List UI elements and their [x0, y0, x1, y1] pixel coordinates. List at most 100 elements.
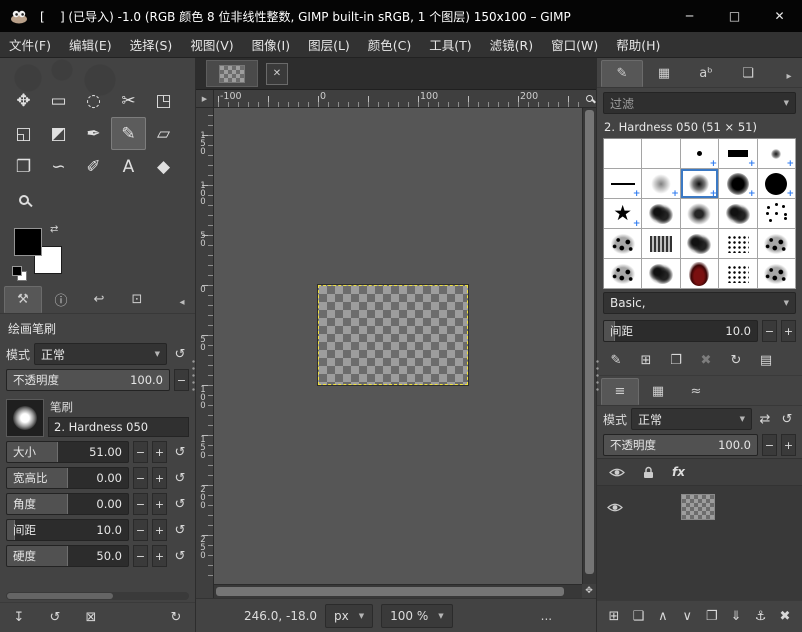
tab-patterns[interactable]: ▦: [643, 60, 685, 87]
layer-row[interactable]: [597, 490, 802, 524]
collapse-left-dock-button[interactable]: ◂: [173, 291, 191, 313]
duplicate-layer-button[interactable]: ❐: [703, 607, 721, 627]
open-brush-as-image-button[interactable]: ▤: [757, 350, 775, 370]
tool-options-scrollbar-thumb[interactable]: [7, 593, 113, 599]
minimize-button[interactable]: ─: [667, 0, 712, 32]
rectangle-select-tool[interactable]: ▭: [41, 84, 76, 117]
brush-cell[interactable]: +: [758, 169, 796, 199]
visibility-header-eye-icon[interactable]: [609, 467, 625, 478]
tab-brushes[interactable]: ✎: [601, 60, 643, 87]
menu-help[interactable]: 帮助(H): [607, 32, 669, 57]
spacing-decrement-button[interactable]: −: [762, 320, 777, 342]
tab-device-status[interactable]: ⓘ: [42, 286, 80, 313]
angle-slider[interactable]: 角度0.00: [6, 493, 129, 515]
brush-cell[interactable]: [642, 229, 680, 259]
lower-layer-button[interactable]: ∨: [678, 607, 696, 627]
hardness-decrement-button[interactable]: −: [133, 545, 148, 567]
hardness-reset-button[interactable]: ↺: [171, 546, 189, 566]
size-reset-button[interactable]: ↺: [171, 442, 189, 462]
hardness-slider[interactable]: 硬度50.0: [6, 545, 129, 567]
brush-cell[interactable]: [604, 139, 642, 169]
close-image-tab-button[interactable]: ✕: [266, 63, 288, 85]
brush-cell[interactable]: [604, 259, 642, 289]
color-picker-tool[interactable]: ◆: [146, 150, 181, 183]
tab-images[interactable]: ⊡: [118, 286, 156, 313]
menu-image[interactable]: 图像(I): [243, 32, 299, 57]
smudge-tool[interactable]: ∽: [41, 150, 76, 183]
foreground-color-swatch[interactable]: [14, 228, 42, 256]
brush-cell[interactable]: +: [604, 169, 642, 199]
brush-cell[interactable]: [681, 199, 719, 229]
panel-resize-grip-right[interactable]: [594, 358, 601, 392]
bucket-fill-tool[interactable]: ◩: [41, 117, 76, 150]
new-layer-button[interactable]: ⊞: [605, 607, 623, 627]
layer-visibility-eye-icon[interactable]: [607, 502, 623, 513]
free-select-tool[interactable]: ◌: [76, 84, 111, 117]
ink-tool[interactable]: ✒: [76, 117, 111, 150]
vertical-ruler[interactable]: 15010050050100150200250: [196, 108, 214, 584]
reset-tool-options-button[interactable]: ↻: [167, 608, 185, 628]
spacing-decrement-button[interactable]: −: [133, 519, 148, 541]
brush-spacing-slider[interactable]: 间距 10.0: [603, 320, 758, 342]
tab-layers[interactable]: ≡: [601, 378, 639, 405]
delete-tool-preset-button[interactable]: ⊠: [82, 608, 100, 628]
brush-cell[interactable]: [604, 229, 642, 259]
angle-decrement-button[interactable]: −: [133, 493, 148, 515]
brush-cell[interactable]: +: [681, 169, 719, 199]
menu-layer[interactable]: 图层(L): [299, 32, 359, 57]
vertical-scrollbar[interactable]: [582, 108, 596, 584]
brush-cell[interactable]: [758, 259, 796, 289]
close-button[interactable]: ✕: [757, 0, 802, 32]
brush-cell[interactable]: ★+: [604, 199, 642, 229]
menu-windows[interactable]: 窗口(W): [542, 32, 607, 57]
lock-header-icon[interactable]: [643, 466, 654, 479]
move-tool[interactable]: ✥: [6, 84, 41, 117]
navigation-preview-button[interactable]: ✥: [582, 584, 596, 598]
layer-opacity-slider[interactable]: 不透明度 100.0: [603, 434, 758, 456]
refresh-brushes-button[interactable]: ↻: [727, 350, 745, 370]
reset-layer-mode-button[interactable]: ↺: [778, 409, 796, 429]
switch-mode-group-button[interactable]: ⇄: [756, 409, 774, 429]
scissors-select-tool[interactable]: ✂: [111, 84, 146, 117]
brush-cell[interactable]: [758, 199, 796, 229]
maximize-button[interactable]: □: [712, 0, 757, 32]
restore-tool-preset-button[interactable]: ↺: [46, 608, 64, 628]
spacing-increment-button[interactable]: +: [781, 320, 796, 342]
tab-document-history[interactable]: ❏: [727, 60, 769, 87]
brush-filter-input[interactable]: 过滤 ▼: [603, 92, 796, 114]
brush-cell[interactable]: +: [758, 139, 796, 169]
aspect-ratio-reset-button[interactable]: ↺: [171, 468, 189, 488]
brush-cell[interactable]: [758, 229, 796, 259]
canvas-viewport[interactable]: [214, 108, 582, 584]
menu-edit[interactable]: 编辑(E): [60, 32, 121, 57]
delete-layer-button[interactable]: ✖: [776, 607, 794, 627]
default-colors-icon[interactable]: [12, 266, 27, 281]
zoom-follow-window-button[interactable]: [582, 90, 596, 108]
size-slider[interactable]: 大小51.00: [6, 441, 129, 463]
horizontal-ruler[interactable]: -1000100200: [214, 90, 582, 108]
layer-mode-dropdown[interactable]: 正常 ▼: [631, 408, 752, 430]
tab-channels[interactable]: ▦: [639, 378, 677, 405]
brush-cell[interactable]: [642, 259, 680, 289]
paint-mode-dropdown[interactable]: 正常 ▼: [34, 343, 167, 365]
swap-colors-icon[interactable]: ⇄: [50, 224, 58, 235]
panel-resize-grip-left[interactable]: [190, 358, 197, 392]
aspect-ratio-increment-button[interactable]: +: [152, 467, 167, 489]
opacity-decrement-button[interactable]: −: [174, 369, 189, 391]
crop-tool[interactable]: ◳: [146, 84, 181, 117]
paths-tool[interactable]: ✐: [76, 150, 111, 183]
brush-preview[interactable]: [6, 399, 44, 437]
spacing-reset-button[interactable]: ↺: [171, 520, 189, 540]
delete-brush-button[interactable]: ✖: [697, 350, 715, 370]
horizontal-scrollbar-thumb[interactable]: [216, 587, 564, 596]
tab-tool-options[interactable]: ⚒: [4, 286, 42, 313]
menu-view[interactable]: 视图(V): [181, 32, 242, 57]
brush-tag-dropdown[interactable]: Basic, ▼: [603, 292, 796, 314]
eraser-tool[interactable]: ▱: [146, 117, 181, 150]
brush-cell[interactable]: +: [681, 139, 719, 169]
aspect-ratio-slider[interactable]: 宽高比0.00: [6, 467, 129, 489]
angle-reset-button[interactable]: ↺: [171, 494, 189, 514]
save-tool-preset-button[interactable]: ↧: [10, 608, 28, 628]
zoom-tool[interactable]: [6, 183, 41, 216]
collapse-right-dock-button[interactable]: ▸: [780, 65, 798, 87]
